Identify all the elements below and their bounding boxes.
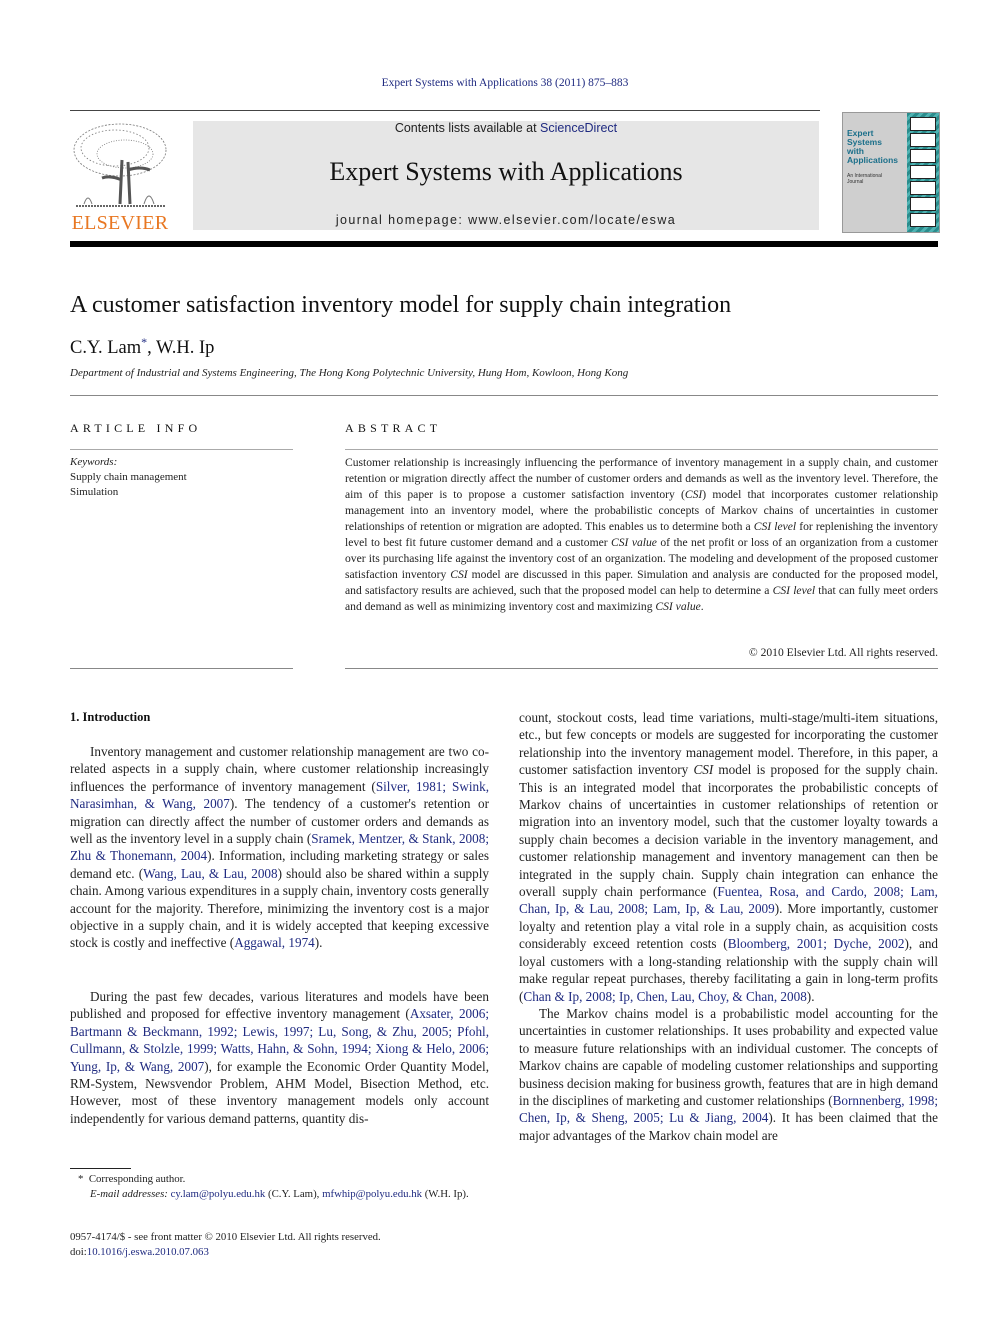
cover-icon-box: [910, 117, 936, 131]
italic-term: CSI level: [772, 584, 816, 597]
abstract-heading: ABSTRACT: [345, 421, 442, 435]
cover-title-line: Applications: [847, 155, 899, 165]
keywords-block: Keywords: Supply chain management Simula…: [70, 455, 187, 500]
journal-masthead: Contents lists available at ScienceDirec…: [193, 121, 819, 230]
article-title: A customer satisfaction inventory model …: [70, 292, 732, 318]
email-link[interactable]: cy.lam@polyu.edu.hk: [171, 1188, 266, 1200]
affiliation: Department of Industrial and Systems Eng…: [70, 367, 629, 379]
affiliation-rule: [70, 395, 938, 396]
journal-homepage[interactable]: journal homepage: www.elsevier.com/locat…: [193, 213, 819, 227]
elsevier-wordmark: ELSEVIER: [71, 212, 169, 234]
header-rule: [70, 110, 820, 111]
citation-link[interactable]: Bloomberg, 2001; Dyche, 2002: [728, 936, 905, 951]
cover-icon-box: [910, 149, 936, 163]
contents-prefix: Contents lists available at: [394, 121, 541, 135]
email-owner: (C.Y. Lam): [267, 1187, 317, 1200]
journal-title: Expert Systems with Applications: [329, 157, 683, 186]
keyword: Supply chain management: [70, 471, 187, 483]
cover-icon-box: [910, 197, 936, 211]
text-run: ).: [314, 935, 323, 951]
cover-icon-box: [910, 133, 936, 147]
italic-term: CSI value: [655, 600, 701, 613]
text-run: model is proposed for the supply chain. …: [519, 762, 938, 900]
running-head[interactable]: Expert Systems with Applications 38 (201…: [0, 77, 992, 89]
article-info-rule: [70, 449, 293, 450]
article-info-bottom-rule: [70, 668, 293, 669]
abstract-bottom-rule: [345, 668, 938, 669]
cover-title: Expert Systems with Applications: [847, 129, 898, 165]
footnote: * Corresponding author. E-mail addresses…: [70, 1172, 489, 1201]
corresponding-note: * Corresponding author.: [70, 1172, 489, 1187]
body-paragraph: count, stockout costs, lead time variati…: [519, 709, 938, 1005]
doi-line: doi:10.1016/j.eswa.2010.07.063: [70, 1245, 381, 1260]
author-name: C.Y. Lam: [70, 338, 142, 359]
doi-prefix: doi:: [70, 1246, 87, 1258]
author-separator: ,: [147, 338, 157, 359]
author-name: W.H. Ip: [156, 338, 215, 359]
footnote-rule: [70, 1168, 131, 1169]
article-info-heading: ARTICLE INFO: [70, 421, 202, 435]
citation-link[interactable]: Wang, Lau, & Lau, 2008: [143, 866, 278, 881]
body-left-column-para-2: During the past few decades, various lit…: [70, 988, 489, 1127]
keywords-label: Keywords:: [70, 456, 118, 468]
text-run: ).: [806, 988, 815, 1004]
author-list: C.Y. Lam*, W.H. Ip: [70, 335, 214, 359]
doi-link[interactable]: 10.1016/j.eswa.2010.07.063: [87, 1246, 209, 1258]
sciencedirect-link[interactable]: ScienceDirect: [540, 121, 617, 135]
email-label: E-mail addresses:: [90, 1187, 168, 1200]
body-paragraph: Inventory management and customer relati…: [70, 743, 489, 952]
body-paragraph: The Markov chains model is a probabilist…: [519, 1005, 938, 1144]
body-paragraph: During the past few decades, various lit…: [70, 988, 489, 1127]
cover-subtitle: An International Journal: [847, 173, 882, 185]
elsevier-tree-icon: [73, 123, 167, 207]
corresponding-label: Corresponding author.: [88, 1173, 186, 1185]
abstract-copyright: © 2010 Elsevier Ltd. All rights reserved…: [748, 646, 938, 659]
front-matter: 0957-4174/$ - see front matter © 2010 El…: [70, 1230, 381, 1260]
body-left-column-para-1: Inventory management and customer relati…: [70, 743, 489, 952]
email-owner: (W.H. Ip).: [424, 1187, 469, 1200]
citation-link[interactable]: Aggawal, 1974: [234, 935, 315, 950]
contents-line: Contents lists available at ScienceDirec…: [193, 121, 819, 135]
elsevier-logo[interactable]: ELSEVIER: [70, 120, 170, 235]
cover-subtitle-line: Journal: [847, 179, 864, 185]
abstract-text: Customer relationship is increasingly in…: [345, 455, 938, 615]
cover-icon-box: [910, 181, 936, 195]
masthead-thick-rule: [70, 241, 938, 247]
body-right-column: count, stockout costs, lead time variati…: [519, 709, 938, 1144]
italic-term: CSI: [684, 488, 703, 501]
italic-term: CSI: [450, 568, 468, 581]
italic-term: CSI level: [753, 520, 797, 533]
email-line: E-mail addresses: cy.lam@polyu.edu.hk (C…: [90, 1187, 469, 1200]
section-heading-introduction: 1. Introduction: [70, 710, 151, 724]
email-link[interactable]: mfwhip@polyu.edu.hk: [322, 1188, 422, 1200]
text-run: .: [700, 600, 704, 613]
journal-cover-thumbnail[interactable]: Expert Systems with Applications An Inte…: [842, 112, 940, 233]
issn-line: 0957-4174/$ - see front matter © 2010 El…: [70, 1231, 381, 1243]
abstract-rule: [345, 449, 938, 450]
cover-icon-box: [910, 213, 936, 227]
footnote-mark: *: [78, 1173, 84, 1185]
italic-term: CSI value: [611, 536, 657, 549]
keyword: Simulation: [70, 486, 119, 498]
cover-icon-box: [910, 165, 936, 179]
citation-link[interactable]: Chan & Ip, 2008; Ip, Chen, Lau, Choy, & …: [523, 989, 806, 1004]
italic-term: CSI: [693, 762, 714, 778]
